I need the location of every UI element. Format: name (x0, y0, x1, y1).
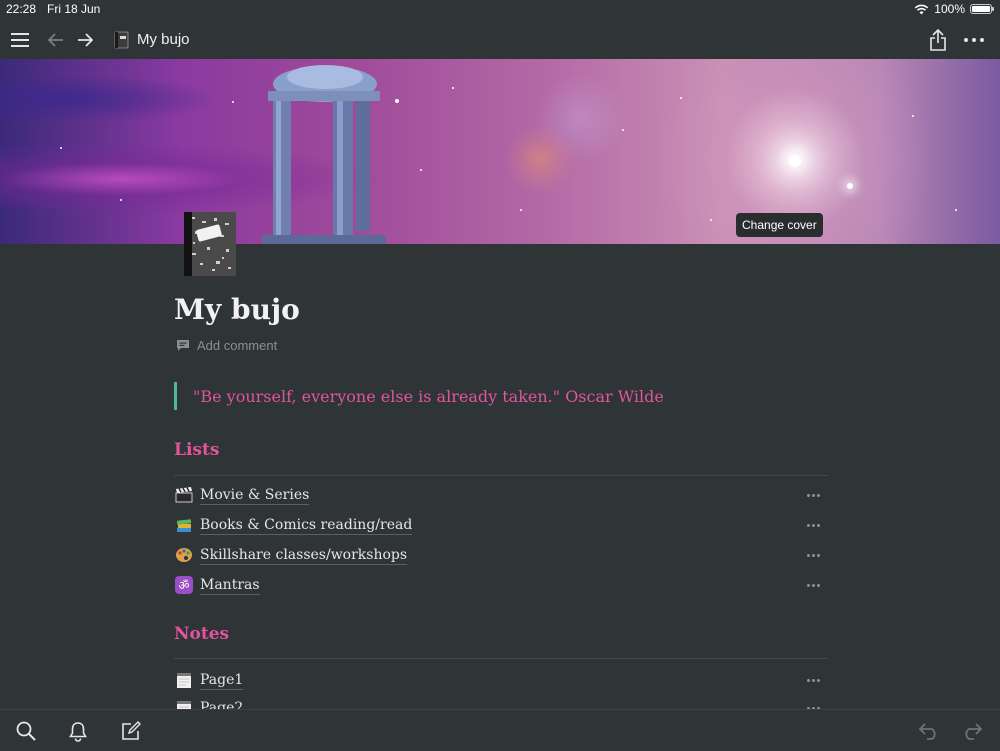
bell-icon[interactable] (65, 718, 91, 744)
search-icon[interactable] (13, 718, 39, 744)
compose-icon[interactable] (118, 718, 144, 744)
top-nav: My bujo (0, 20, 1000, 59)
status-time: 22:28 (6, 2, 37, 16)
list-item[interactable]: Books & Comics reading/read (174, 511, 828, 539)
notes-divider (174, 658, 828, 659)
status-bar: 22:28 Fri 18 Jun 100% (0, 0, 1000, 20)
list-item[interactable]: Movie & Series (174, 481, 828, 509)
cover-image[interactable] (0, 59, 1000, 244)
palette-icon (174, 545, 194, 565)
notes-heading[interactable]: Notes (174, 624, 229, 644)
bottom-toolbar (0, 709, 1000, 751)
notebook-icon (184, 212, 236, 276)
notepad-icon (174, 670, 194, 690)
comment-icon (177, 340, 189, 351)
redo-icon[interactable] (959, 718, 985, 744)
page-breadcrumb[interactable]: My bujo (113, 20, 190, 59)
change-cover-button[interactable]: Change cover (736, 213, 823, 237)
back-icon[interactable] (45, 20, 67, 59)
list-item[interactable]: ॐ Mantras (174, 571, 828, 599)
lists-heading[interactable]: Lists (174, 440, 219, 460)
share-icon[interactable] (926, 20, 950, 59)
notebook-icon (114, 31, 129, 48)
list-item[interactable]: Skillshare classes/workshops (174, 541, 828, 569)
om-icon: ॐ (174, 575, 194, 595)
status-right: 100% (914, 2, 994, 16)
list-item-label: Skillshare classes/workshops (200, 546, 408, 565)
more-icon[interactable] (807, 541, 820, 569)
list-item-label: Page1 (200, 671, 244, 690)
undo-icon[interactable] (916, 718, 942, 744)
status-date: Fri 18 Jun (47, 2, 101, 16)
more-icon[interactable] (807, 666, 820, 694)
page-breadcrumb-title: My bujo (137, 31, 190, 48)
quote-block[interactable]: "Be yourself, everyone else is already t… (174, 382, 664, 410)
add-comment-button[interactable]: Add comment (176, 338, 277, 353)
more-icon[interactable] (807, 511, 820, 539)
clapper-icon (174, 485, 194, 505)
battery-percent: 100% (934, 2, 965, 16)
gazebo-illustration (262, 65, 386, 244)
list-item[interactable]: Page1 (174, 666, 828, 694)
menu-icon[interactable] (8, 20, 32, 59)
forward-icon[interactable] (74, 20, 96, 59)
svg-text:ॐ: ॐ (179, 579, 190, 593)
list-item-label: Books & Comics reading/read (200, 516, 413, 535)
wifi-icon (915, 4, 929, 14)
battery-icon (970, 4, 994, 14)
books-icon (174, 515, 194, 535)
page-title[interactable]: My bujo (174, 293, 300, 326)
list-item-label: Movie & Series (200, 486, 310, 505)
more-icon[interactable] (807, 571, 820, 599)
page-icon[interactable] (180, 209, 238, 279)
add-comment-label: Add comment (197, 338, 278, 353)
list-item-label: Mantras (200, 576, 260, 595)
lists-divider (174, 475, 828, 476)
more-icon[interactable] (807, 481, 820, 509)
more-icon[interactable] (962, 20, 986, 59)
